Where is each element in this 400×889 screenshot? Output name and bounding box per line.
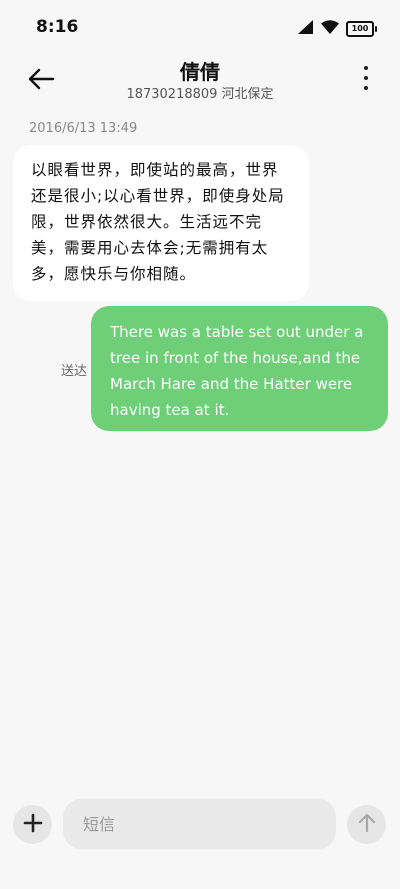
- outgoing-message[interactable]: There was a table set out under a tree i…: [91, 306, 388, 431]
- wifi-icon: [321, 19, 339, 38]
- signal-icon: [298, 19, 314, 38]
- outgoing-message-text: There was a table set out under a tree i…: [110, 323, 364, 419]
- incoming-message-text: 以眼看世界，即使站的最高，世界还是很小;以心看世界，即使身处局限，世界依然很大。…: [31, 161, 285, 283]
- status-time: 8:16: [36, 17, 79, 37]
- date-stamp: 2016/6/13 13:49: [29, 121, 138, 136]
- more-options-button[interactable]: [360, 66, 372, 90]
- more-vertical-icon: [364, 66, 368, 70]
- conversation-header: 倩倩 18730218809 河北保定: [0, 56, 400, 106]
- plus-icon: [23, 813, 43, 837]
- message-input[interactable]: [63, 799, 336, 849]
- incoming-message[interactable]: 以眼看世界，即使站的最高，世界还是很小;以心看世界，即使身处局限，世界依然很大。…: [13, 145, 309, 301]
- status-icons: 100: [298, 19, 377, 38]
- delivery-status: 送达: [61, 364, 88, 379]
- send-button[interactable]: [347, 805, 386, 844]
- status-bar: 8:16 100: [0, 0, 400, 56]
- arrow-up-icon: [358, 813, 376, 837]
- add-attachment-button[interactable]: [13, 805, 52, 844]
- composer: [0, 798, 400, 850]
- contact-subtitle: 18730218809 河北保定: [126, 87, 274, 102]
- battery-icon: 100: [346, 20, 377, 37]
- contact-name: 倩倩: [180, 60, 220, 84]
